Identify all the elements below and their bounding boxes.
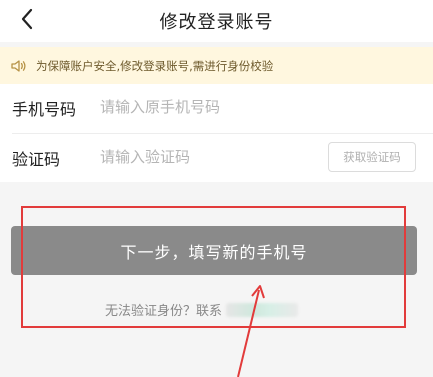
annotation-arrow-icon [237,285,265,377]
